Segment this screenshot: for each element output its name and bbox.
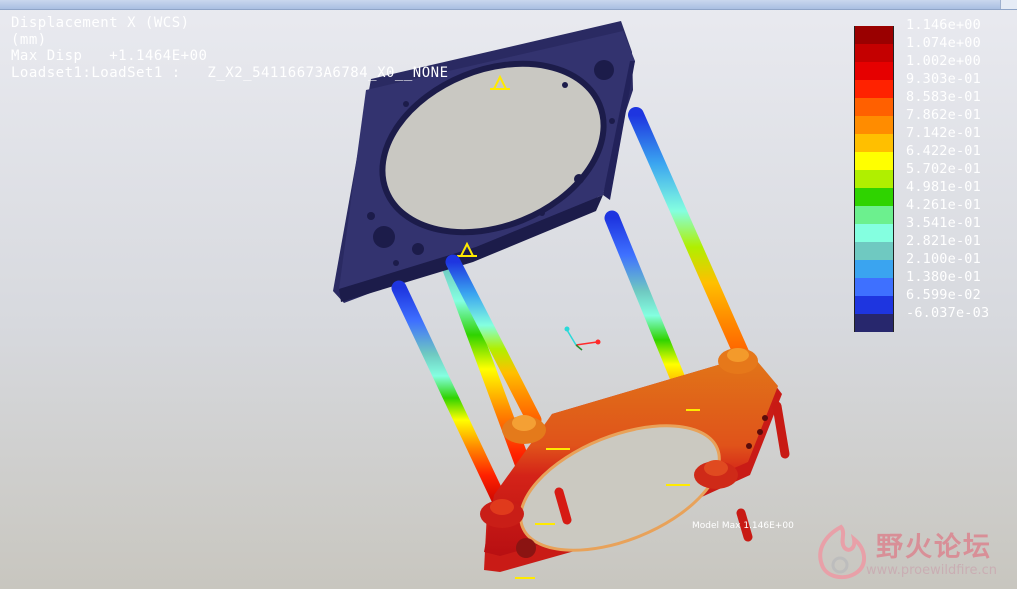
legend-swatch: [854, 188, 894, 206]
legend-value-label: -6.037e-03: [906, 305, 990, 321]
legend-value-label: 7.862e-01: [906, 107, 981, 123]
legend-value-label: 1.002e+00: [906, 53, 981, 69]
legend-value-label: 1.074e+00: [906, 35, 981, 51]
legend-value-label: 8.583e-01: [906, 89, 981, 105]
forum-watermark: 野火论坛 www.proewildfire.cn: [806, 521, 1012, 585]
result-title: Displacement X (WCS): [11, 15, 190, 31]
flame-logo-icon: [818, 524, 866, 580]
legend-swatch: [854, 98, 894, 116]
model-max-label: Model Max 1.146E+00: [692, 521, 794, 531]
legend-swatch: [854, 314, 894, 332]
watermark-title: 野火论坛: [876, 532, 992, 563]
legend-value-label: 1.146e+00: [906, 17, 981, 33]
legend-swatch: [854, 152, 894, 170]
legend-swatch: [854, 80, 894, 98]
legend-value-label: 2.100e-01: [906, 251, 981, 267]
legend-swatch: [854, 170, 894, 188]
legend-swatch: [854, 296, 894, 314]
legend-value-label: 4.981e-01: [906, 179, 981, 195]
legend-value-label: 1.380e-01: [906, 269, 981, 285]
legend-value-label: 5.702e-01: [906, 161, 981, 177]
window-top-bar: [0, 0, 1017, 10]
legend-swatch: [854, 260, 894, 278]
watermark-url: www.proewildfire.cn: [866, 563, 997, 578]
max-disp-readout: Max Disp +1.1464E+00: [11, 48, 208, 64]
legend-swatch: [854, 62, 894, 80]
legend-swatch: [854, 116, 894, 134]
coordinate-triad-icon: [564, 326, 601, 351]
legend-swatch: [854, 242, 894, 260]
legend-swatch: [854, 224, 894, 242]
window-scroll-button[interactable]: [1000, 0, 1017, 9]
legend-value-label: 7.142e-01: [906, 125, 981, 141]
loadset-readout: Loadset1:LoadSet1 : Z_X2_54116673A6784_X…: [11, 64, 449, 81]
legend-swatch: [854, 44, 894, 62]
legend-swatch: [854, 278, 894, 296]
legend-value-label: 3.541e-01: [906, 215, 981, 231]
result-units: (mm): [11, 31, 47, 48]
legend-value-label: 2.821e-01: [906, 233, 981, 249]
legend-value-label: 9.303e-01: [906, 71, 981, 87]
legend-value-label: 6.599e-02: [906, 287, 981, 303]
legend-swatch: [854, 26, 894, 44]
legend-swatch: [854, 134, 894, 152]
legend-value-label: 4.261e-01: [906, 197, 981, 213]
legend-value-label: 6.422e-01: [906, 143, 981, 159]
result-info-header: Displacement X (WCS) (mm) Max Disp +1.14…: [11, 15, 449, 81]
legend-swatch: [854, 206, 894, 224]
base-plate[interactable]: [484, 355, 782, 576]
